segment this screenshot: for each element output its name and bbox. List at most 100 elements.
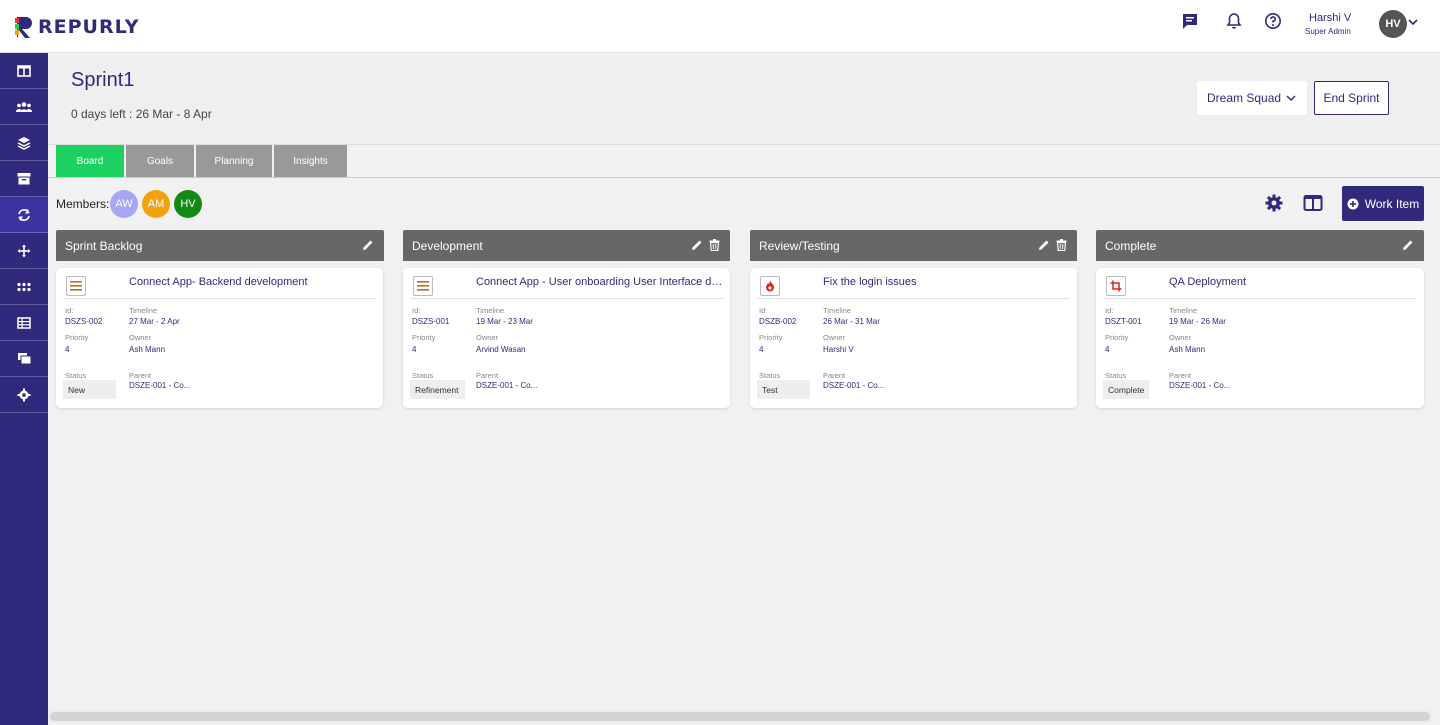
column-header: Complete (1096, 230, 1424, 261)
member-avatar[interactable]: HV (174, 190, 202, 218)
work-item-card[interactable]: Connect App - User onboarding User Inter… (403, 268, 730, 408)
parent-value[interactable]: DSZE-001 - Co... (823, 381, 884, 390)
priority-value: 4 (1105, 345, 1110, 354)
brand-logo[interactable]: REPURLY (15, 14, 140, 40)
user-avatar[interactable]: HV (1379, 10, 1407, 38)
column-title: Review/Testing (759, 238, 840, 253)
sidebar-item-table[interactable] (0, 305, 48, 341)
tab-board[interactable]: Board (56, 145, 124, 177)
sprint-header: Sprint1 0 days left : 26 Mar - 8 Apr Dre… (48, 53, 1440, 145)
trash-icon[interactable] (709, 239, 720, 251)
work-item-card[interactable]: QA Deployment Id: DSZT-001 Timeline 19 M… (1096, 268, 1424, 408)
owner-value: Ash Mann (129, 345, 166, 354)
column-header: Sprint Backlog (56, 230, 384, 261)
pencil-icon[interactable] (362, 239, 374, 251)
timeline-label: Timeline (476, 306, 505, 315)
priority-value: 4 (412, 345, 417, 354)
divider (63, 298, 376, 299)
parent-value[interactable]: DSZE-001 - Co... (129, 381, 190, 390)
tab-planning[interactable]: Planning (196, 145, 272, 177)
timeline-value: 19 Mar - 23 Mar (476, 317, 533, 326)
tab-insights[interactable]: Insights (274, 145, 347, 177)
status-label: Status (65, 371, 87, 380)
column-title: Sprint Backlog (65, 238, 143, 253)
team-select[interactable]: Dream Squad (1197, 81, 1307, 115)
board-icon (17, 353, 31, 365)
sidebar-item-layers[interactable] (0, 125, 48, 161)
trash-icon[interactable] (1056, 239, 1067, 251)
pencil-icon[interactable] (1402, 239, 1414, 251)
sidebar-item-settings[interactable] (0, 377, 48, 413)
sidebar-item-sprints[interactable] (0, 197, 48, 233)
priority-label: Priority (1105, 333, 1129, 342)
task-crop-icon (1106, 276, 1126, 296)
owner-label: Owner (823, 333, 846, 342)
status-label: Status (412, 371, 434, 380)
column-header: Review/Testing (750, 230, 1077, 261)
top-header: REPURLY Harshi V Super Admin HV (0, 0, 1440, 53)
timeline-value: 26 Mar - 31 Mar (823, 317, 880, 326)
timeline-label: Timeline (129, 306, 158, 315)
id-label: Id: (759, 306, 768, 315)
dashboard-icon (17, 64, 31, 77)
parent-value[interactable]: DSZE-001 - Co... (476, 381, 537, 390)
divider (1103, 298, 1416, 299)
card-title[interactable]: Connect App - User onboarding User Inter… (476, 276, 726, 288)
sidebar-item-board[interactable] (0, 341, 48, 377)
chevron-down-icon (1286, 95, 1296, 101)
member-avatar[interactable]: AW (110, 190, 138, 218)
story-icon (66, 276, 86, 296)
priority-label: Priority (412, 333, 436, 342)
owner-value: Arvind Wasan (476, 345, 526, 354)
pencil-icon[interactable] (691, 239, 703, 251)
id-value: DSZS-001 (412, 317, 450, 326)
status-badge: New (63, 380, 116, 399)
parent-value[interactable]: DSZE-001 - Co... (1169, 381, 1230, 390)
team-select-value: Dream Squad (1207, 91, 1282, 105)
timeline-label: Timeline (823, 306, 852, 315)
id-value: DSZT-001 (1105, 317, 1142, 326)
user-name[interactable]: Harshi V (1309, 12, 1351, 24)
owner-value: Harshi V (823, 345, 854, 354)
card-title[interactable]: QA Deployment (1169, 276, 1419, 288)
tab-goals[interactable]: Goals (126, 145, 194, 177)
horizontal-scrollbar[interactable] (48, 710, 1432, 723)
sidebar-item-move[interactable] (0, 233, 48, 269)
chevron-down-icon[interactable] (1408, 17, 1418, 27)
user-role: Super Admin (1305, 27, 1351, 36)
work-item-card[interactable]: Connect App- Backend development Id: DSZ… (56, 268, 383, 408)
sidebar-item-archive[interactable] (0, 161, 48, 197)
work-item-label: Work Item (1364, 196, 1420, 211)
parent-label: Parent (823, 371, 846, 380)
id-label: Id: (65, 306, 74, 315)
id-value: DSZS-002 (65, 317, 103, 326)
status-badge: Refinement (410, 380, 465, 399)
work-item-card[interactable]: Fix the login issues Id: DSZB-002 Timeli… (750, 268, 1077, 408)
brand-name: REPURLY (38, 16, 140, 38)
id-label: Id: (1105, 306, 1114, 315)
timeline-value: 19 Mar - 26 Mar (1169, 317, 1226, 326)
card-title[interactable]: Connect App- Backend development (129, 276, 379, 288)
pencil-icon[interactable] (1038, 239, 1050, 251)
status-badge: Complete (1103, 380, 1149, 399)
owner-label: Owner (1169, 333, 1192, 342)
status-badge: Test (757, 380, 810, 399)
gear-icon[interactable] (1264, 193, 1284, 213)
card-title[interactable]: Fix the login issues (823, 276, 1073, 288)
column-title: Development (412, 238, 483, 253)
bell-icon[interactable] (1225, 12, 1243, 30)
column-layout-icon[interactable] (1303, 193, 1323, 213)
status-label: Status (759, 371, 781, 380)
members-label: Members: (56, 197, 110, 211)
priority-value: 4 (759, 345, 764, 354)
priority-label: Priority (65, 333, 89, 342)
end-sprint-button[interactable]: End Sprint (1314, 81, 1389, 115)
sidebar (0, 53, 48, 725)
member-avatar[interactable]: AM (142, 190, 170, 218)
help-icon[interactable] (1264, 12, 1282, 30)
add-work-item-button[interactable]: Work Item (1342, 186, 1424, 221)
sidebar-item-team[interactable] (0, 89, 48, 125)
chat-icon[interactable] (1181, 12, 1199, 30)
sidebar-item-apps[interactable] (0, 269, 48, 305)
sidebar-item-dashboard[interactable] (0, 53, 48, 89)
